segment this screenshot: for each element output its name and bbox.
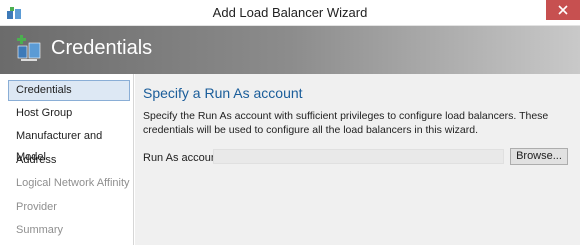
step-credentials[interactable]: Credentials [8, 80, 130, 101]
run-as-account-input[interactable] [213, 149, 504, 164]
description-text: Specify the Run As account with sufficie… [143, 110, 549, 136]
step-manufacturer-and-model[interactable]: Manufacturer and Model [8, 126, 130, 163]
step-host-group[interactable]: Host Group [8, 103, 130, 124]
page-title: Credentials [51, 37, 153, 59]
step-provider: Provider [16, 201, 57, 213]
main-content: Specify a Run As account Specify the Run… [135, 74, 580, 245]
title-bar: Add Load Balancer Wizard [0, 0, 580, 26]
step-address[interactable]: Address [8, 150, 130, 171]
browse-button[interactable]: Browse... [510, 148, 568, 165]
close-button[interactable] [546, 0, 580, 20]
close-icon [558, 5, 568, 15]
run-as-account-label: Run As account: [143, 152, 224, 164]
wizard-banner: Credentials [0, 26, 580, 74]
step-summary: Summary [16, 224, 64, 236]
window-title: Add Load Balancer Wizard [212, 5, 368, 20]
wizard-steps-sidebar: Credentials Host Group Manufacturer and … [0, 74, 134, 245]
section-heading: Specify a Run As account [143, 85, 303, 101]
load-balancer-add-icon [17, 35, 41, 61]
step-logical-network-affinity: Logical Network Affinity [16, 177, 130, 189]
